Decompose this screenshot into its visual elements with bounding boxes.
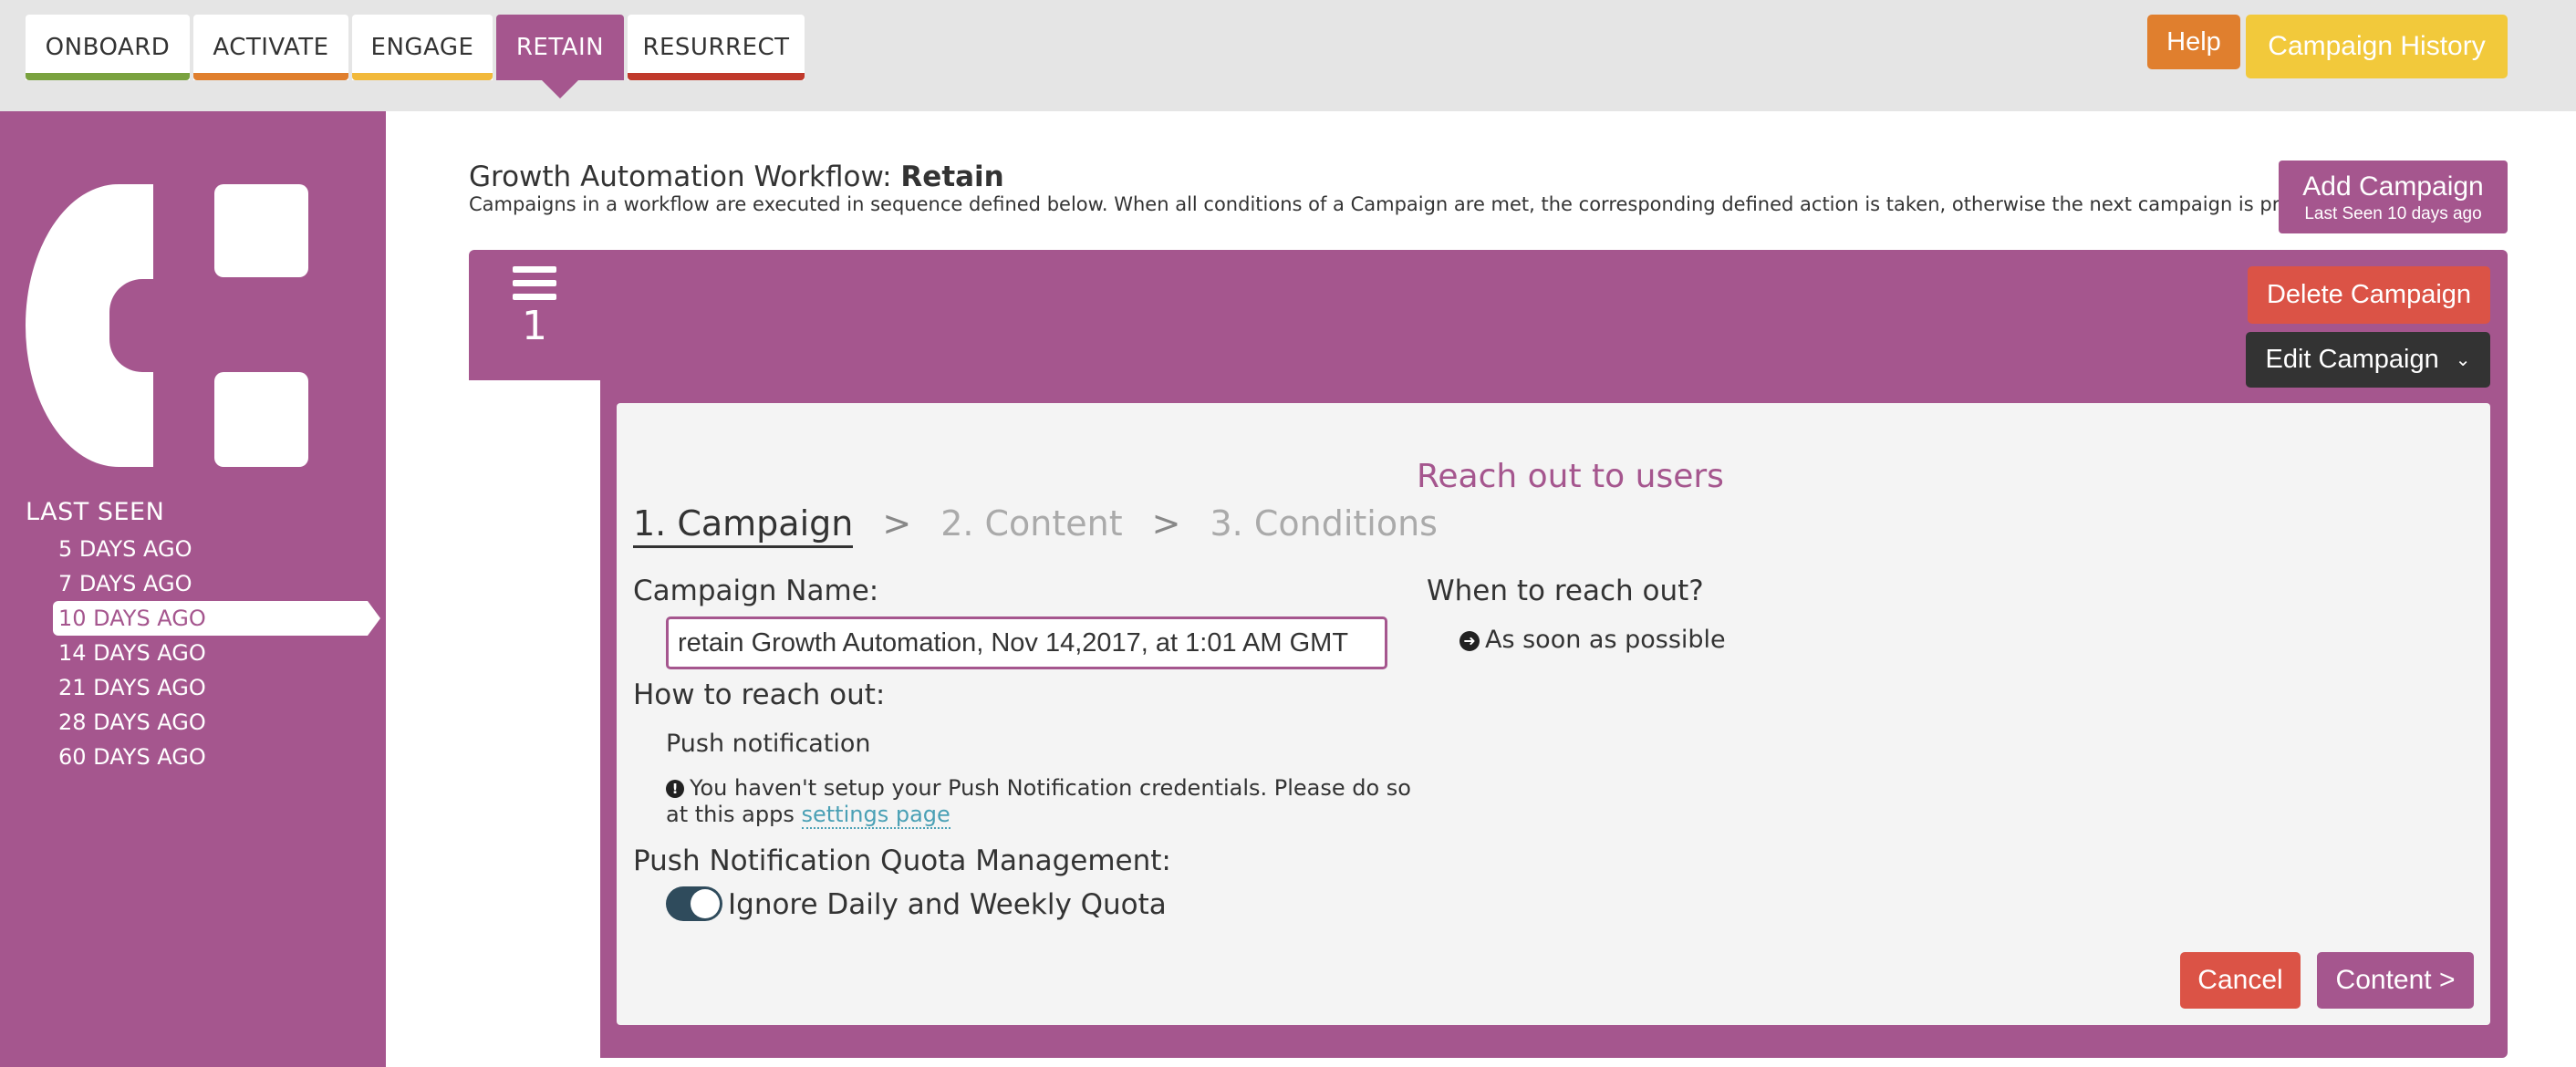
- app-logo-icon: [26, 184, 308, 467]
- ignore-quota-toggle[interactable]: [666, 886, 722, 921]
- reach-title: Reach out to users: [1417, 458, 1724, 495]
- cancel-button[interactable]: Cancel: [2180, 952, 2301, 1009]
- step-separator: >: [882, 503, 912, 544]
- tab-label: ONBOARD: [45, 34, 171, 61]
- page-title: Growth Automation Workflow: Retain: [469, 161, 1004, 193]
- add-campaign-button[interactable]: Add Campaign Last Seen 10 days ago: [2279, 161, 2508, 233]
- sidebar-item-14-days[interactable]: 14 DAYS AGO: [53, 636, 368, 670]
- add-campaign-sublabel: Last Seen 10 days ago: [2304, 204, 2482, 223]
- push-credentials-warning: ! You haven't setup your Push Notificatio…: [666, 775, 1414, 829]
- tab-color-bar: [352, 73, 493, 80]
- active-tab-caret: [542, 80, 578, 98]
- sidebar-item-10-days[interactable]: 10 DAYS AGO: [53, 601, 380, 636]
- campaign-history-button[interactable]: Campaign History: [2246, 15, 2508, 78]
- warning-text: You haven't setup your Push Notification…: [666, 775, 1411, 827]
- step-conditions[interactable]: 3. Conditions: [1210, 503, 1438, 548]
- drag-handle-icon[interactable]: [513, 266, 556, 303]
- help-button[interactable]: Help: [2147, 15, 2240, 69]
- campaign-card-notch: [469, 380, 600, 1067]
- tab-color-bar: [26, 73, 190, 80]
- sidebar-item-28-days[interactable]: 28 DAYS AGO: [53, 705, 368, 740]
- chevron-down-icon: ⌄: [2455, 350, 2471, 370]
- tab-label: ENGAGE: [370, 34, 474, 61]
- tab-label: RETAIN: [515, 34, 605, 61]
- campaign-name-label: Campaign Name:: [633, 575, 879, 607]
- top-bar: ONBOARD ACTIVATE ENGAGE RETAIN RESURRECT…: [0, 0, 2576, 111]
- edit-campaign-label: Edit Campaign: [2265, 345, 2439, 374]
- sidebar: LAST SEEN 5 DAYS AGO 7 DAYS AGO 10 DAYS …: [0, 111, 386, 1067]
- edit-campaign-dropdown[interactable]: Edit Campaign ⌄: [2246, 332, 2490, 388]
- quota-label: Push Notification Quota Management:: [633, 844, 1171, 877]
- add-campaign-label: Add Campaign: [2302, 171, 2484, 202]
- delete-campaign-button[interactable]: Delete Campaign: [2248, 266, 2490, 324]
- title-prefix: Growth Automation Workflow:: [469, 161, 892, 193]
- exclamation-circle-icon: !: [666, 780, 684, 798]
- arrow-circle-right-icon: ➜: [1459, 630, 1480, 651]
- campaign-name-input[interactable]: [666, 616, 1387, 669]
- step-content[interactable]: 2. Content: [940, 503, 1122, 548]
- tab-color-bar: [628, 73, 805, 80]
- sidebar-item-7-days[interactable]: 7 DAYS AGO: [53, 566, 368, 601]
- next-content-button[interactable]: Content >: [2317, 952, 2474, 1009]
- tab-engage[interactable]: ENGAGE: [352, 15, 493, 80]
- sidebar-item-5-days[interactable]: 5 DAYS AGO: [53, 532, 368, 566]
- step-breadcrumb: 1. Campaign > 2. Content > 3. Conditions: [633, 503, 1438, 548]
- sidebar-item-21-days[interactable]: 21 DAYS AGO: [53, 670, 368, 705]
- when-value[interactable]: ➜ As soon as possible: [1459, 626, 1726, 654]
- campaign-order-handle[interactable]: 1: [469, 250, 600, 380]
- tab-label: RESURRECT: [642, 34, 790, 61]
- tab-label: ACTIVATE: [213, 34, 329, 61]
- step-separator: >: [1151, 503, 1181, 544]
- tab-retain[interactable]: RETAIN: [496, 15, 624, 98]
- reach-channel: Push notification: [666, 730, 871, 758]
- toggle-knob: [691, 889, 720, 918]
- when-label: When to reach out?: [1427, 575, 1704, 607]
- tab-color-bar: [193, 73, 348, 80]
- tab-resurrect[interactable]: RESURRECT: [628, 15, 805, 80]
- sidebar-item-60-days[interactable]: 60 DAYS AGO: [53, 740, 368, 774]
- settings-page-link[interactable]: settings page: [801, 802, 950, 829]
- ignore-quota-label: Ignore Daily and Weekly Quota: [728, 888, 1167, 921]
- tab-activate[interactable]: ACTIVATE: [193, 15, 348, 80]
- tab-onboard[interactable]: ONBOARD: [26, 15, 190, 80]
- campaign-editor-panel: [617, 403, 2490, 1025]
- workflow-description: Campaigns in a workflow are executed in …: [469, 193, 2364, 215]
- sidebar-title: LAST SEEN: [26, 498, 165, 526]
- campaign-number: 1: [522, 303, 547, 349]
- how-label: How to reach out:: [633, 679, 886, 711]
- when-value-text: As soon as possible: [1485, 626, 1726, 654]
- step-campaign[interactable]: 1. Campaign: [633, 503, 854, 548]
- title-workflow-name: Retain: [900, 161, 1004, 193]
